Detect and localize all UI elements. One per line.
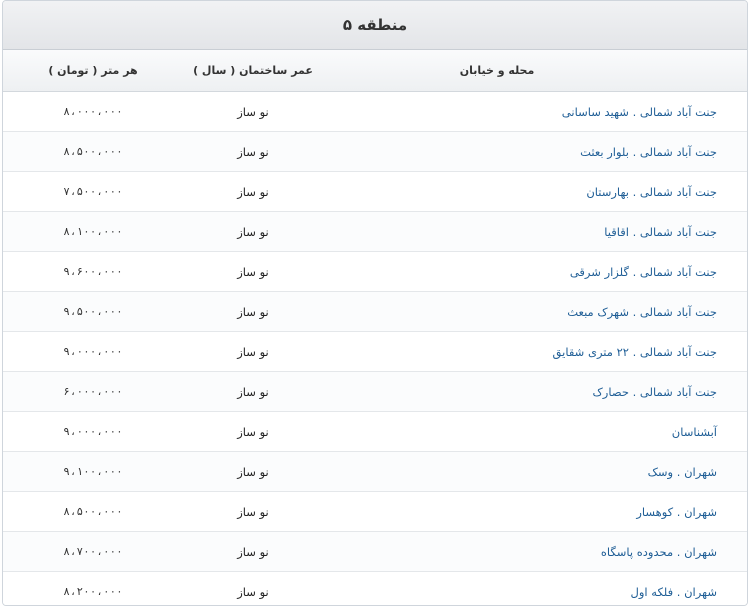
location-link[interactable]: جنت آباد شمالی . بهارستان [586, 185, 717, 199]
price-per-meter: ۷،۵۰۰،۰۰۰ [63, 185, 123, 198]
building-age: نو ساز [237, 304, 269, 319]
price-per-meter-cell: ۹،۰۰۰،۰۰۰ [33, 332, 153, 371]
table-row: جنت آباد شمالی . بلوار بعثت نو ساز ۸،۵۰۰،۰… [3, 132, 747, 172]
location-link-cell: شهران . وسک [337, 452, 717, 491]
table-row: جنت آباد شمالی . گلزار شرقی نو ساز ۹،۶۰۰،۰… [3, 252, 747, 292]
location-link-cell: شهران . فلکه اول [337, 572, 717, 605]
location-link[interactable]: شهران . فلکه اول [631, 585, 717, 599]
building-age-cell: نو ساز [193, 92, 313, 131]
building-age-cell: نو ساز [193, 412, 313, 451]
price-per-meter: ۶،۰۰۰،۰۰۰ [63, 385, 123, 398]
price-per-meter-cell: ۹،۰۰۰،۰۰۰ [33, 412, 153, 451]
table-row: شهران . کوهسار نو ساز ۸،۵۰۰،۰۰۰ [3, 492, 747, 532]
building-age: نو ساز [237, 144, 269, 159]
building-age: نو ساز [237, 264, 269, 279]
price-per-meter: ۹،۱۰۰،۰۰۰ [63, 465, 123, 478]
table-row: شهران . وسک نو ساز ۹،۱۰۰،۰۰۰ [3, 452, 747, 492]
price-per-meter: ۸،۵۰۰،۰۰۰ [63, 145, 123, 158]
building-age-cell: نو ساز [193, 212, 313, 251]
table-row: جنت آباد شمالی . حصارک نو ساز ۶،۰۰۰،۰۰۰ [3, 372, 747, 412]
location-link-cell: جنت آباد شمالی . اقاقیا [337, 212, 717, 251]
building-age-cell: نو ساز [193, 132, 313, 171]
price-per-meter: ۸،۲۰۰،۰۰۰ [63, 585, 123, 598]
table-row: جنت آباد شمالی . شهرک مبعث نو ساز ۹،۵۰۰،۰۰… [3, 292, 747, 332]
building-age-cell: نو ساز [193, 532, 313, 571]
building-age-cell: نو ساز [193, 492, 313, 531]
price-table: منطقه ۵ محله و خیابان عمر ساختمان ( سال … [2, 0, 748, 606]
table-header: محله و خیابان عمر ساختمان ( سال ) هر متر… [3, 50, 747, 92]
price-per-meter: ۹،۰۰۰،۰۰۰ [63, 425, 123, 438]
column-header-name: محله و خیابان [459, 64, 535, 77]
price-per-meter-cell: ۹،۵۰۰،۰۰۰ [33, 292, 153, 331]
building-age: نو ساز [237, 584, 269, 599]
price-per-meter-cell: ۸،۵۰۰،۰۰۰ [33, 492, 153, 531]
location-link-cell: شهران . کوهسار [337, 492, 717, 531]
column-header-price: هر متر ( تومان ) [48, 64, 138, 77]
building-age-cell: نو ساز [193, 372, 313, 411]
building-age-cell: نو ساز [193, 452, 313, 491]
table-row: جنت آباد شمالی . شهید ساسانی نو ساز ۸،۰۰۰،… [3, 92, 747, 132]
location-link-cell: جنت آباد شمالی . شهرک مبعث [337, 292, 717, 331]
building-age: نو ساز [237, 344, 269, 359]
building-age: نو ساز [237, 504, 269, 519]
table-row: آبشناسان نو ساز ۹،۰۰۰،۰۰۰ [3, 412, 747, 452]
building-age-cell: نو ساز [193, 292, 313, 331]
location-link[interactable]: جنت آباد شمالی . گلزار شرقی [570, 265, 717, 279]
table-row: جنت آباد شمالی . بهارستان نو ساز ۷،۵۰۰،۰۰۰ [3, 172, 747, 212]
price-per-meter-cell: ۸،۵۰۰،۰۰۰ [33, 132, 153, 171]
location-link-cell: شهران . محدوده پاسگاه [337, 532, 717, 571]
location-link[interactable]: جنت آباد شمالی . اقاقیا [604, 225, 717, 239]
price-per-meter-cell: ۶،۰۰۰،۰۰۰ [33, 372, 153, 411]
building-age: نو ساز [237, 384, 269, 399]
building-age-cell: نو ساز [193, 332, 313, 371]
price-per-meter-cell: ۸،۰۰۰،۰۰۰ [33, 92, 153, 131]
building-age: نو ساز [237, 104, 269, 119]
location-link-cell: آبشناسان [337, 412, 717, 451]
location-link[interactable]: شهران . محدوده پاسگاه [601, 545, 717, 559]
location-link[interactable]: جنت آباد شمالی . بلوار بعثت [580, 145, 717, 159]
price-per-meter: ۹،۰۰۰،۰۰۰ [63, 345, 123, 358]
table-row: جنت آباد شمالی . اقاقیا نو ساز ۸،۱۰۰،۰۰۰ [3, 212, 747, 252]
location-link[interactable]: جنت آباد شمالی . شهید ساسانی [562, 105, 717, 119]
building-age-cell: نو ساز [193, 572, 313, 605]
price-per-meter: ۹،۶۰۰،۰۰۰ [63, 265, 123, 278]
building-age-cell: نو ساز [193, 252, 313, 291]
building-age: نو ساز [237, 464, 269, 479]
location-link[interactable]: جنت آباد شمالی . حصارک [593, 385, 717, 399]
building-age-cell: نو ساز [193, 172, 313, 211]
location-link-cell: جنت آباد شمالی . بلوار بعثت [337, 132, 717, 171]
location-link-cell: جنت آباد شمالی . شهید ساسانی [337, 92, 717, 131]
table-body: جنت آباد شمالی . شهید ساسانی نو ساز ۸،۰۰۰،… [3, 92, 747, 605]
price-per-meter-cell: ۸،۱۰۰،۰۰۰ [33, 212, 153, 251]
location-link-cell: جنت آباد شمالی . ۲۲ متری شقایق [337, 332, 717, 371]
table-row: شهران . محدوده پاسگاه نو ساز ۸،۷۰۰،۰۰۰ [3, 532, 747, 572]
price-per-meter-cell: ۹،۶۰۰،۰۰۰ [33, 252, 153, 291]
location-link[interactable]: شهران . کوهسار [636, 505, 717, 519]
price-per-meter-cell: ۸،۷۰۰،۰۰۰ [33, 532, 153, 571]
price-per-meter: ۹،۵۰۰،۰۰۰ [63, 305, 123, 318]
table-title: منطقه ۵ [3, 1, 747, 50]
building-age: نو ساز [237, 424, 269, 439]
column-header-age: عمر ساختمان ( سال ) [193, 64, 313, 77]
location-link-cell: جنت آباد شمالی . بهارستان [337, 172, 717, 211]
price-per-meter-cell: ۹،۱۰۰،۰۰۰ [33, 452, 153, 491]
price-per-meter-cell: ۷،۵۰۰،۰۰۰ [33, 172, 153, 211]
price-per-meter: ۸،۰۰۰،۰۰۰ [63, 105, 123, 118]
building-age: نو ساز [237, 184, 269, 199]
price-per-meter-cell: ۸،۲۰۰،۰۰۰ [33, 572, 153, 605]
table-row: جنت آباد شمالی . ۲۲ متری شقایق نو ساز ۹،۰۰… [3, 332, 747, 372]
location-link[interactable]: آبشناسان [672, 425, 717, 439]
price-per-meter: ۸،۱۰۰،۰۰۰ [63, 225, 123, 238]
building-age: نو ساز [237, 544, 269, 559]
location-link[interactable]: جنت آباد شمالی . شهرک مبعث [567, 305, 717, 319]
table-row: شهران . فلکه اول نو ساز ۸،۲۰۰،۰۰۰ [3, 572, 747, 605]
location-link-cell: جنت آباد شمالی . حصارک [337, 372, 717, 411]
price-per-meter: ۸،۵۰۰،۰۰۰ [63, 505, 123, 518]
building-age: نو ساز [237, 224, 269, 239]
location-link[interactable]: شهران . وسک [648, 465, 717, 479]
location-link[interactable]: جنت آباد شمالی . ۲۲ متری شقایق [553, 345, 717, 359]
location-link-cell: جنت آباد شمالی . گلزار شرقی [337, 252, 717, 291]
price-per-meter: ۸،۷۰۰،۰۰۰ [63, 545, 123, 558]
